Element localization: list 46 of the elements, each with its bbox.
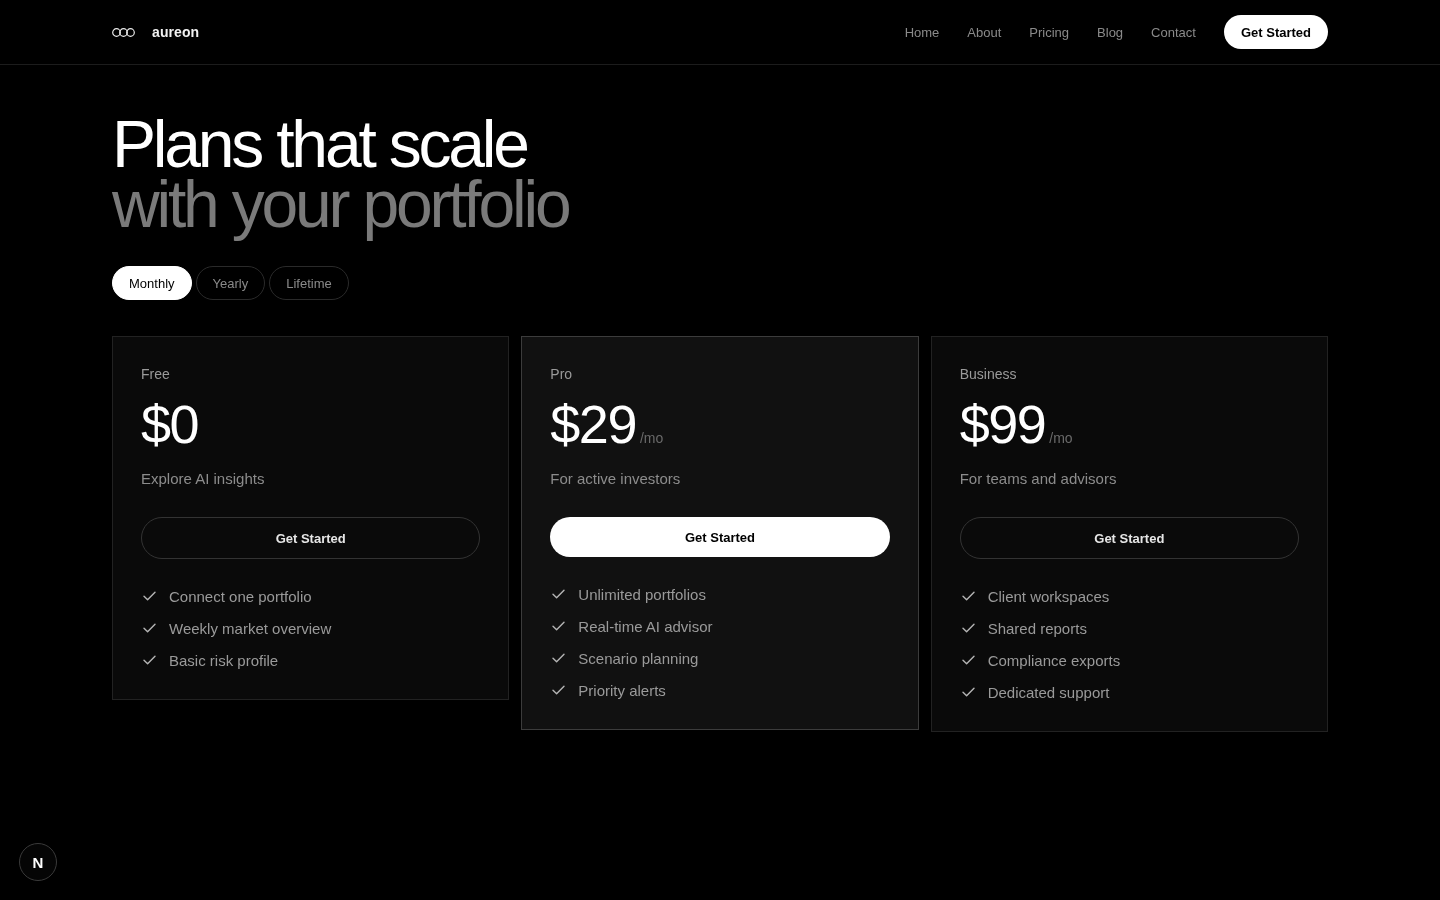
- check-icon: [552, 685, 566, 695]
- dev-badge[interactable]: N: [19, 843, 57, 881]
- check-icon: [552, 589, 566, 599]
- nav-link[interactable]: Home: [904, 24, 940, 40]
- feature-text: Shared reports: [987, 619, 1087, 637]
- feature-text: Connect one portfolio: [169, 587, 312, 605]
- nav-link[interactable]: Contact: [1151, 24, 1196, 40]
- check-icon: [552, 653, 566, 663]
- check-icon: [143, 591, 156, 601]
- hero-title: Plans that scale: [112, 114, 527, 174]
- plan-price: $99: [959, 397, 1046, 451]
- hero-subtitle: with your portfolio: [112, 174, 569, 243]
- feature-text: Unlimited portfolios: [578, 585, 706, 603]
- logo-rings-icon: [112, 27, 135, 37]
- check-icon: [961, 623, 975, 633]
- check-icon: [961, 655, 975, 665]
- plan-name: Pro: [550, 365, 573, 384]
- feature-text: Client workspaces: [987, 587, 1110, 605]
- feature-text: Basic risk profile: [169, 651, 279, 669]
- plan-description: Explore AI insights: [141, 469, 265, 489]
- plan-name: Free: [141, 365, 170, 384]
- check-icon: [143, 655, 156, 665]
- price-period: /mo: [639, 430, 664, 446]
- nav-link[interactable]: Pricing: [1029, 24, 1070, 40]
- plan-name: Business: [959, 365, 1017, 384]
- check-icon: [143, 623, 156, 633]
- brand-name: aureon: [152, 24, 200, 40]
- plan-description: For active investors: [550, 469, 681, 489]
- feature-text: Compliance exports: [987, 651, 1121, 669]
- plan-price: $0: [141, 397, 199, 451]
- plan-price: $29: [550, 397, 636, 451]
- feature-text: Dedicated support: [987, 683, 1110, 701]
- check-icon: [552, 621, 566, 631]
- billing-tab[interactable]: Monthly: [112, 266, 192, 300]
- get-started-button[interactable]: Get Started: [550, 517, 890, 557]
- price-period: /mo: [1049, 430, 1073, 446]
- nav-link[interactable]: Blog: [1097, 24, 1124, 40]
- feature-text: Scenario planning: [578, 649, 699, 667]
- nav-link[interactable]: About: [967, 24, 1002, 40]
- check-icon: [961, 591, 975, 601]
- check-icon: [961, 687, 975, 697]
- feature-text: Priority alerts: [578, 681, 666, 699]
- get-started-button[interactable]: Get Started: [1223, 15, 1328, 49]
- feature-text: Real-time AI advisor: [578, 617, 713, 635]
- feature-text: Weekly market overview: [169, 619, 332, 637]
- plan-description: For teams and advisors: [959, 469, 1117, 489]
